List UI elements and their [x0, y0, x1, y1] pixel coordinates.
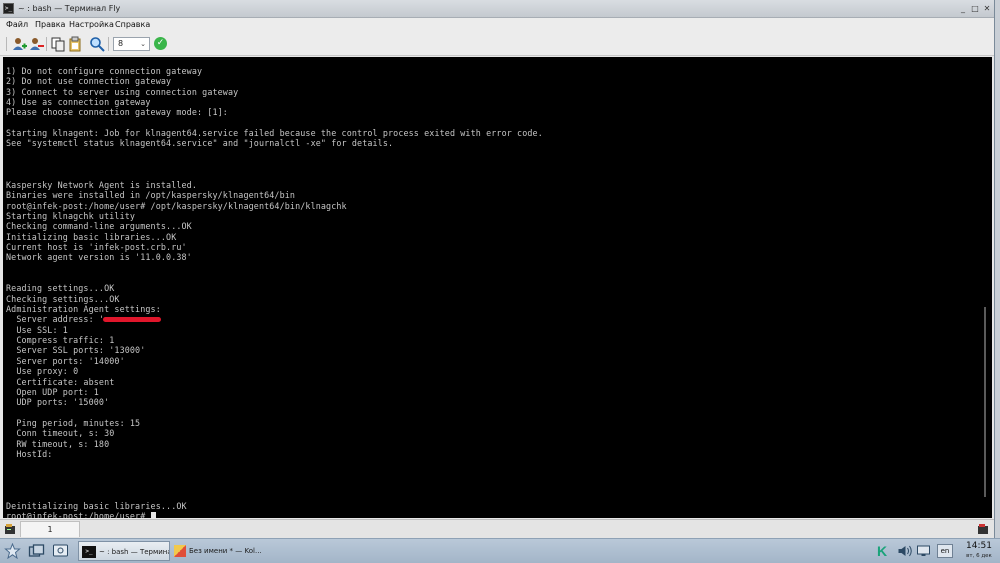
terminal-line: Certificate: absent	[6, 376, 115, 387]
terminal-cursor	[150, 512, 156, 518]
toolbar-grip	[6, 37, 7, 51]
terminal-line: root@infek-post:/home/user#	[6, 511, 156, 518]
paste-icon[interactable]	[67, 36, 83, 52]
task-editor[interactable]: Без имени * — Kol...	[171, 541, 263, 561]
terminal-line: Starting klnagent: Job for klnagent64.se…	[6, 128, 543, 139]
close-icon: ✕	[983, 4, 991, 13]
terminal-line: Checking settings...OK	[6, 293, 120, 304]
task-editor-label: Без имени * — Kol...	[189, 547, 262, 555]
terminal-scrollbar[interactable]	[984, 307, 986, 497]
terminal-line: Open UDP port: 1	[6, 386, 99, 397]
terminal-line: Initializing basic libraries...OK	[6, 231, 177, 242]
clock-date: вт, 6 дек	[966, 553, 992, 559]
terminal-line: HostId:	[6, 448, 53, 459]
terminal-line: Current host is 'infek-post.crb.ru'	[6, 241, 187, 252]
terminal-line: Starting klnagchk utility	[6, 210, 136, 221]
menu-file[interactable]: Файл	[6, 19, 28, 31]
terminal-line: Server SSL ports: '13000'	[6, 345, 146, 356]
terminal-line: 4) Use as connection gateway	[6, 97, 151, 108]
terminal-line: Server ports: '14000'	[6, 355, 125, 366]
menu-settings[interactable]: Настройка	[69, 19, 114, 31]
terminal-line: Use proxy: 0	[6, 366, 79, 377]
terminal-line: Binaries were installed in /opt/kaspersk…	[6, 190, 296, 201]
taskbar: >_~ : bash — Термина... Без имени * — Ko…	[0, 538, 1000, 563]
redacted-server-address	[103, 317, 162, 323]
menu-help[interactable]: Справка	[115, 19, 150, 31]
terminal-output[interactable]: 1) Do not configure connection gateway 2)…	[3, 57, 992, 518]
font-size-select[interactable]: 8 ⌄	[113, 37, 150, 51]
checkmark-icon[interactable]: ✓	[154, 37, 167, 50]
close-button[interactable]: ✕	[981, 3, 993, 15]
toolbar: 8 ⌄	[0, 32, 994, 56]
close-tab-icon[interactable]	[977, 523, 989, 535]
minimize-icon: _	[961, 4, 965, 13]
copy-icon[interactable]	[50, 36, 66, 52]
tab-session-1[interactable]: 1	[20, 521, 80, 537]
terminal-line: Administration Agent settings:	[6, 304, 161, 315]
terminal-line: Kaspersky Network Agent is installed.	[6, 179, 198, 190]
menu-bar: Файл Правка Настройка Справка	[0, 18, 994, 32]
start-menu-star-icon[interactable]	[4, 543, 21, 559]
terminal-app-icon: >_	[3, 3, 14, 14]
terminal-line: Please choose connection gateway mode: […	[6, 107, 228, 118]
toolbar-separator	[46, 37, 47, 51]
session-tab-bar: 1	[0, 519, 994, 538]
minimize-button[interactable]: _	[957, 3, 969, 15]
window-title: ~ : bash — Терминал Fly	[18, 4, 121, 13]
task-terminal-label: ~ : bash — Термина...	[99, 548, 169, 556]
find-icon[interactable]	[89, 36, 105, 52]
keyboard-layout-indicator[interactable]: en	[937, 544, 953, 558]
terminal-line: 2) Do not use connection gateway	[6, 76, 172, 87]
terminal-line: Reading settings...OK	[6, 283, 115, 294]
title-bar[interactable]: >_ ~ : bash — Терминал Fly _ □ ✕	[0, 0, 994, 18]
terminal-line: root@infek-post:/home/user# /opt/kaspers…	[6, 200, 347, 211]
terminal-line: Conn timeout, s: 30	[6, 428, 115, 439]
new-tab-icon[interactable]	[4, 523, 16, 535]
chevron-down-icon: ⌄	[140, 40, 146, 48]
clock-time[interactable]: 14:51	[960, 541, 998, 552]
terminal-line: Checking command-line arguments...OK	[6, 221, 192, 232]
editor-task-icon	[174, 545, 186, 557]
close-session-icon[interactable]	[28, 36, 44, 52]
kaspersky-tray-icon[interactable]: K	[877, 543, 891, 559]
font-size-value: 8	[118, 39, 124, 48]
terminal-task-icon: >_	[82, 546, 96, 558]
windows-switcher-icon[interactable]	[28, 543, 45, 559]
terminal-window: >_ ~ : bash — Терминал Fly _ □ ✕ Файл Пр…	[0, 0, 995, 538]
terminal-line: RW timeout, s: 180	[6, 438, 110, 449]
maximize-button[interactable]: □	[969, 3, 981, 15]
terminal-line: Use SSL: 1	[6, 324, 68, 335]
terminal-line: UDP ports: '15000'	[6, 397, 110, 408]
toolbar-separator	[108, 37, 109, 51]
network-icon[interactable]	[915, 543, 932, 559]
terminal-line: Server address: '	[6, 314, 162, 325]
terminal-line: Ping period, minutes: 15	[6, 417, 141, 428]
maximize-icon: □	[971, 4, 979, 13]
terminal-line: Deinitializing basic libraries...OK	[6, 500, 187, 511]
menu-edit[interactable]: Правка	[35, 19, 65, 31]
task-terminal[interactable]: >_~ : bash — Термина...	[78, 541, 170, 561]
terminal-line: 1) Do not configure connection gateway	[6, 66, 203, 76]
terminal-line: Network agent version is '11.0.0.38'	[6, 252, 192, 263]
terminal-line: 3) Connect to server using connection ga…	[6, 86, 239, 97]
volume-icon[interactable]	[896, 543, 913, 559]
terminal-line: Compress traffic: 1	[6, 335, 115, 346]
new-session-icon[interactable]	[11, 36, 27, 52]
terminal-line: See "systemctl status klnagent64.service…	[6, 138, 394, 149]
app-icon-glyph: >_	[4, 5, 13, 12]
desktop-icon[interactable]	[52, 543, 69, 559]
